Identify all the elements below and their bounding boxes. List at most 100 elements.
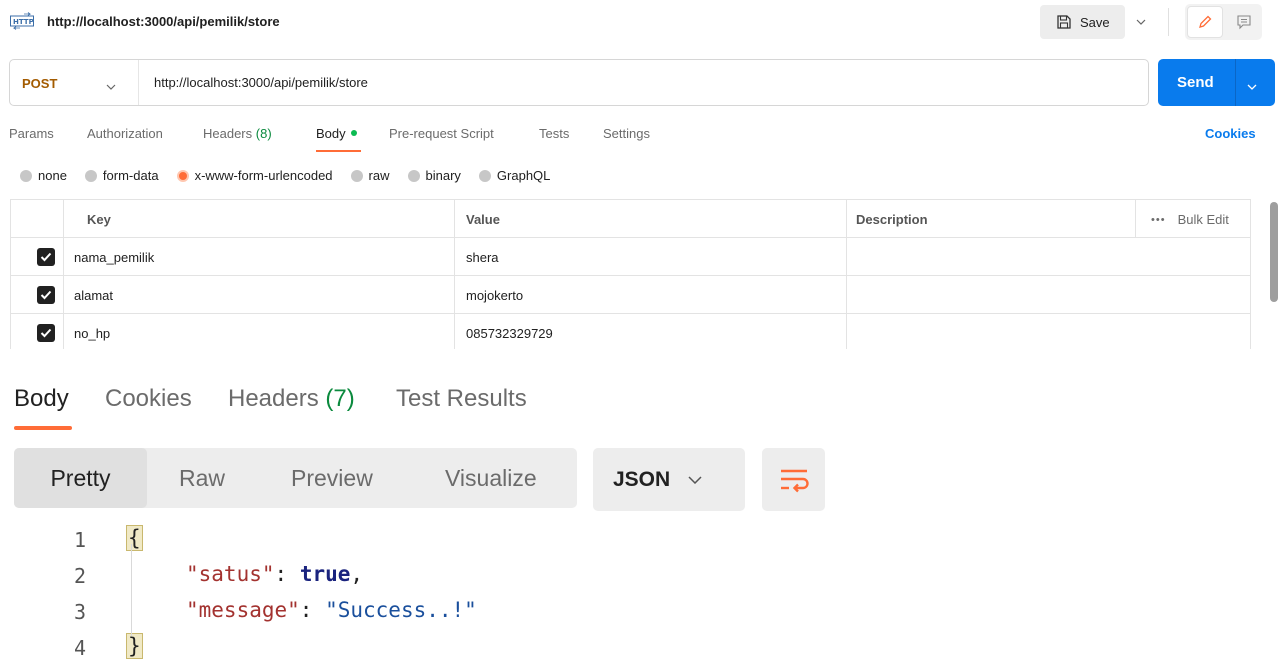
row-checkbox[interactable] <box>37 286 55 304</box>
radio-x-www-form-urlencoded[interactable]: x-www-form-urlencoded <box>176 168 333 183</box>
format-raw[interactable]: Raw <box>179 448 225 508</box>
header-count: (7) <box>325 385 355 412</box>
radio-form-data[interactable]: form-data <box>84 168 159 183</box>
json-comma: , <box>350 562 364 586</box>
tab-tests[interactable]: Tests <box>539 126 569 141</box>
header-count: (8) <box>255 126 272 141</box>
format-preview[interactable]: Preview <box>291 448 373 508</box>
tab-body[interactable]: Body <box>316 126 357 141</box>
table-row: nama_pemilik shera <box>11 238 1250 276</box>
radio-circle <box>350 169 363 182</box>
tab-settings[interactable]: Settings <box>603 126 650 141</box>
response-format-toggle: Pretty Raw Preview Visualize <box>14 448 577 508</box>
response-tab-test-results[interactable]: Test Results <box>396 385 527 413</box>
code-line: "satus": true, <box>186 562 364 586</box>
language-select[interactable]: JSON <box>593 448 745 511</box>
tab-params[interactable]: Params <box>9 126 54 141</box>
send-button[interactable]: Send <box>1158 59 1275 106</box>
response-body-viewer[interactable]: 1 2 3 4 { "satus": true, "message": "Suc… <box>0 520 1281 666</box>
body-type-selector: none form-data x-www-form-urlencoded raw… <box>20 168 568 183</box>
radio-label: form-data <box>102 168 159 183</box>
save-options-button[interactable] <box>1127 5 1155 39</box>
row-checkbox[interactable] <box>37 248 55 266</box>
radio-binary[interactable]: binary <box>407 168 461 183</box>
line-number: 2 <box>73 564 86 588</box>
param-key-cell[interactable]: nama_pemilik <box>64 238 154 276</box>
tab-label: Headers <box>203 126 253 141</box>
language-label: JSON <box>613 467 671 491</box>
more-icon[interactable]: ••• <box>1151 214 1166 226</box>
send-label: Send <box>1177 74 1214 91</box>
table-header-row: Key Value Description ••• Bulk Edit <box>11 200 1250 238</box>
row-checkbox[interactable] <box>37 324 55 342</box>
line-number: 1 <box>73 528 86 552</box>
line-number: 4 <box>73 636 86 660</box>
divider <box>1235 59 1236 106</box>
format-pretty[interactable]: Pretty <box>14 448 147 508</box>
wrap-lines-icon <box>780 469 809 492</box>
comments-button[interactable] <box>1227 6 1260 38</box>
chevron-down-icon[interactable] <box>1247 77 1257 95</box>
table-row: alamat mojokerto <box>11 276 1250 314</box>
param-value-cell[interactable]: mojokerto <box>456 276 523 314</box>
tab-authorization[interactable]: Authorization <box>87 126 163 141</box>
active-tab-indicator <box>14 426 72 430</box>
radio-none[interactable]: none <box>20 168 67 183</box>
cookies-link[interactable]: Cookies <box>1205 126 1256 141</box>
code-line: { <box>126 525 143 551</box>
bulk-edit-label: Bulk Edit <box>1177 212 1229 227</box>
response-tab-body[interactable]: Body <box>14 385 69 413</box>
format-visualize[interactable]: Visualize <box>445 448 537 508</box>
divider <box>1168 8 1169 36</box>
save-button[interactable]: Save <box>1040 5 1125 39</box>
radio-label: none <box>38 168 67 183</box>
radio-label: GraphQL <box>496 168 551 183</box>
svg-text:HTTP: HTTP <box>13 18 34 26</box>
pencil-icon <box>1199 15 1212 28</box>
close-brace: } <box>126 633 143 659</box>
code-line: "message": "Success..!" <box>186 598 477 622</box>
tab-pre-request-script[interactable]: Pre-request Script <box>389 126 494 141</box>
url-input[interactable]: http://localhost:3000/api/pemilik/store <box>154 75 368 90</box>
param-description-cell[interactable] <box>846 314 856 349</box>
response-tab-cookies[interactable]: Cookies <box>105 385 192 413</box>
chevron-down-icon <box>1136 19 1146 25</box>
chevron-down-icon <box>688 475 702 484</box>
param-value-cell[interactable]: shera <box>456 238 499 276</box>
json-key: "message" <box>186 598 300 622</box>
param-key-cell[interactable]: alamat <box>64 276 113 314</box>
vertical-scrollbar[interactable] <box>1270 202 1278 302</box>
tab-label: Headers <box>228 385 319 412</box>
wrap-lines-button[interactable] <box>762 448 825 511</box>
param-key-cell[interactable]: no_hp <box>64 314 110 349</box>
indent-guide <box>131 544 132 636</box>
param-description-cell[interactable] <box>846 276 856 314</box>
checkmark-icon <box>40 252 52 262</box>
json-key: "satus" <box>186 562 275 586</box>
radio-label: binary <box>425 168 461 183</box>
request-title[interactable]: http://localhost:3000/api/pemilik/store <box>47 14 280 29</box>
tab-label: Body <box>316 126 346 141</box>
column-header-value: Value <box>466 211 500 227</box>
radio-circle <box>478 169 491 182</box>
tab-headers[interactable]: Headers (8) <box>203 126 272 141</box>
save-icon <box>1057 15 1071 29</box>
radio-circle <box>84 169 97 182</box>
radio-graphql[interactable]: GraphQL <box>478 168 551 183</box>
json-value: true <box>299 562 351 586</box>
radio-raw[interactable]: raw <box>350 168 390 183</box>
column-header-key: Key <box>87 211 111 227</box>
response-tab-headers[interactable]: Headers (7) <box>228 385 355 413</box>
chevron-down-icon[interactable] <box>106 77 116 95</box>
http-request-icon: HTTP <box>10 12 34 30</box>
param-description-cell[interactable] <box>846 238 856 276</box>
edit-button[interactable] <box>1187 6 1223 38</box>
open-brace: { <box>126 525 143 551</box>
table-row: no_hp 085732329729 <box>11 314 1250 349</box>
radio-circle-selected <box>176 169 189 182</box>
param-value-cell[interactable]: 085732329729 <box>456 314 553 349</box>
params-table: Key Value Description ••• Bulk Edit nama_… <box>10 199 1251 349</box>
json-value: "Success..!" <box>325 598 477 622</box>
bulk-edit-button[interactable]: ••• Bulk Edit <box>1151 212 1229 227</box>
method-selector[interactable]: POST <box>22 76 57 91</box>
